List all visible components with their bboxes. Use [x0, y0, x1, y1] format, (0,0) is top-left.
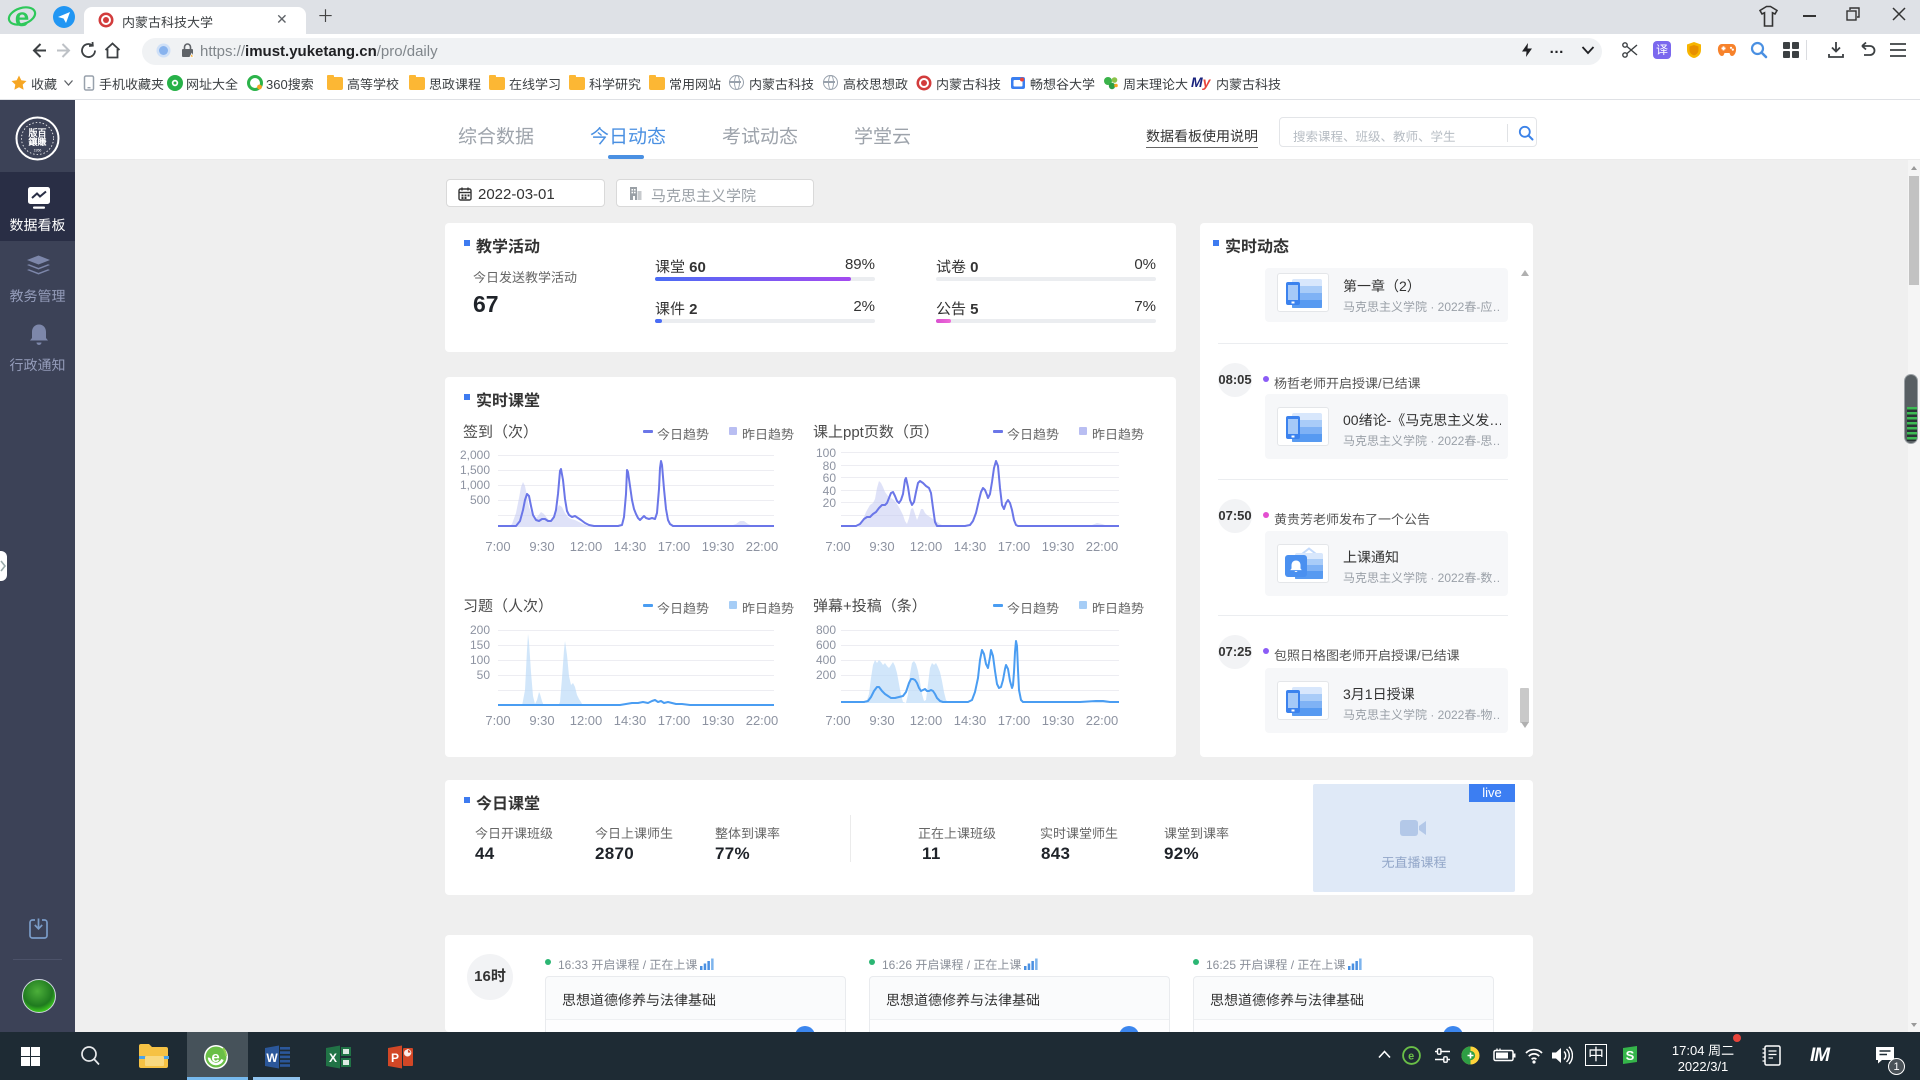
- svg-text:X: X: [329, 1051, 337, 1065]
- svg-text:e: e: [1408, 1051, 1414, 1063]
- svg-text:S: S: [1626, 1048, 1635, 1063]
- svg-text:W: W: [266, 1051, 278, 1065]
- svg-text:P: P: [391, 1051, 399, 1065]
- svg-text:e: e: [211, 1049, 219, 1066]
